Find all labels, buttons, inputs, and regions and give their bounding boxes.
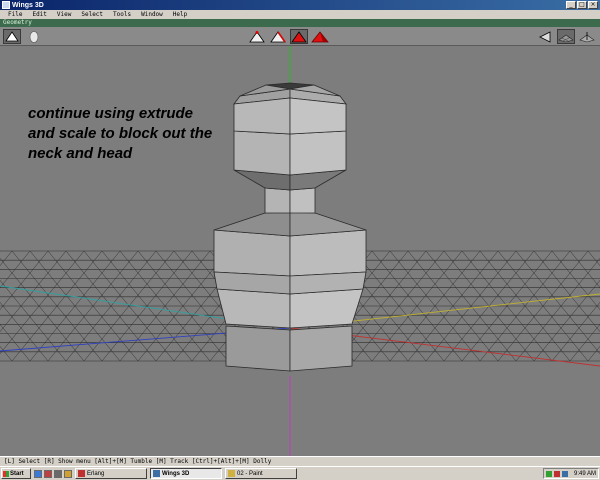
app-icon-yellow[interactable] [64,469,72,478]
start-button[interactable]: Start [1,468,31,479]
3d-viewport[interactable]: continue using extrude and scale to bloc… [0,46,600,456]
app-icon-red[interactable] [44,469,52,478]
task-label: Erlang [87,470,105,477]
toolbar [0,27,600,46]
task-label: Wings 3D [162,470,190,477]
status-bar: [L] Select [R] Show menu [Alt]+[M] Tumbl… [0,456,600,466]
torso-upper-left-face [213,229,291,277]
torso-lower-right-face [289,288,364,329]
quick-launch [34,469,72,478]
erlang-icon [78,470,85,477]
body-mode-icon[interactable] [311,29,329,44]
menu-bar: File Edit View Select Tools Window Help [0,10,600,19]
head-upper-right-face [289,97,347,135]
ground-plane-icon[interactable] [557,29,575,44]
torso-upper-right-face [289,229,367,277]
task-label: 02 - Paint [237,470,263,477]
menu-view[interactable]: View [52,11,76,18]
taskbar: Start Erlang Wings 3D 02 - Paint 9:49 AM [0,466,600,480]
start-label: Start [10,470,24,477]
perspective-icon[interactable] [536,29,554,44]
reflection-left-face [225,325,291,372]
reflection-right-face [289,325,353,372]
menu-help[interactable]: Help [168,11,192,18]
tray-icon-red[interactable] [554,470,560,477]
close-button[interactable]: × [588,1,598,9]
head-right-face [289,130,347,176]
smooth-shade-icon[interactable] [25,29,43,44]
maximize-button[interactable]: □ [577,1,587,9]
paint-icon [228,470,235,477]
task-paint[interactable]: 02 - Paint [225,468,297,479]
window-controls: _ □ × [566,1,598,9]
system-tray: 9:49 AM [543,468,599,479]
minimize-button[interactable]: _ [566,1,576,9]
edge-mode-icon[interactable] [269,29,287,44]
vertex-mode-icon[interactable] [248,29,266,44]
axes-icon[interactable] [578,29,596,44]
task-erlang[interactable]: Erlang [75,468,147,479]
torso-lower-left-face [216,288,291,329]
menu-select[interactable]: Select [76,11,108,18]
neck-right-face [289,187,316,214]
menu-file[interactable]: File [3,11,27,18]
geometry-tab[interactable]: Geometry [0,19,600,27]
tray-icon-blue[interactable] [562,470,568,477]
menu-edit[interactable]: Edit [27,11,51,18]
wings3d-window: Wings 3D _ □ × File Edit View Select Too… [0,0,600,480]
window-title: Wings 3D [12,1,44,9]
app-icon-gray[interactable] [54,469,62,478]
windows-flag-icon [3,470,9,477]
tutorial-annotation: continue using extrude and scale to bloc… [28,105,213,162]
menu-window[interactable]: Window [136,11,168,18]
neck-left-face [264,187,291,214]
menu-tools[interactable]: Tools [108,11,136,18]
clock: 9:49 AM [573,470,596,477]
ie-icon[interactable] [34,469,42,478]
wings-app-icon [2,1,10,9]
wings-icon [153,470,160,477]
face-mode-icon[interactable] [290,29,308,44]
task-wings3d[interactable]: Wings 3D [150,468,222,479]
object-view-icon[interactable] [3,29,21,44]
title-bar[interactable]: Wings 3D _ □ × [0,0,600,10]
tray-icon-network[interactable] [546,470,552,477]
